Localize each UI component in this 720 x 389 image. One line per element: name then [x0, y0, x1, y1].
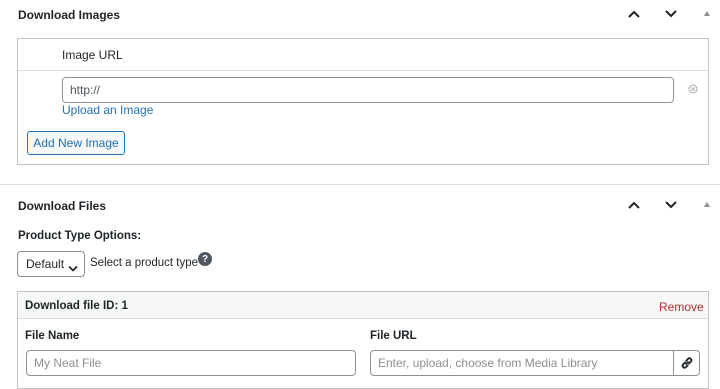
- file-url-label: File URL: [370, 330, 417, 342]
- panel-separator: [0, 184, 720, 185]
- file-url-placeholder: Enter, upload, choose from Media Library: [378, 356, 598, 370]
- chevron-down-icon: [68, 261, 78, 275]
- clear-circle-icon[interactable]: [688, 83, 698, 97]
- image-url-header: Image URL: [62, 48, 123, 62]
- file-id-label: Download file ID: 1: [25, 300, 128, 312]
- image-url-input[interactable]: http://: [62, 77, 674, 103]
- file-name-label: File Name: [25, 330, 80, 342]
- collapse-triangle-icon[interactable]: [704, 202, 710, 207]
- add-new-image-button[interactable]: Add New Image: [27, 131, 125, 155]
- file-url-input[interactable]: Enter, upload, choose from Media Library: [370, 350, 700, 376]
- move-down-chevron-icon[interactable]: [663, 6, 679, 22]
- upload-image-link[interactable]: Upload an Image: [62, 103, 153, 117]
- remove-link[interactable]: Remove: [659, 300, 704, 314]
- move-up-chevron-icon[interactable]: [626, 6, 642, 22]
- select-value: Default: [26, 257, 65, 271]
- download-images-title: Download Images: [18, 8, 121, 22]
- images-table: Image URL http:// Upload an Image Add Ne…: [17, 38, 709, 165]
- divider: [18, 70, 708, 71]
- download-files-title: Download Files: [18, 199, 107, 213]
- product-type-select[interactable]: Default: [17, 251, 85, 277]
- collapse-triangle-icon[interactable]: [704, 11, 710, 16]
- file-name-input[interactable]: My Neat File: [26, 350, 356, 376]
- move-up-chevron-icon[interactable]: [626, 197, 642, 213]
- move-down-chevron-icon[interactable]: [663, 197, 679, 213]
- file-name-placeholder: My Neat File: [34, 356, 102, 370]
- product-type-label: Product Type Options:: [18, 230, 142, 242]
- link-icon[interactable]: [673, 350, 700, 376]
- download-file-row: Download file ID: 1 Remove File Name Fil…: [17, 291, 709, 389]
- help-icon[interactable]: ?: [198, 252, 212, 266]
- select-hint: Select a product type: [90, 257, 199, 269]
